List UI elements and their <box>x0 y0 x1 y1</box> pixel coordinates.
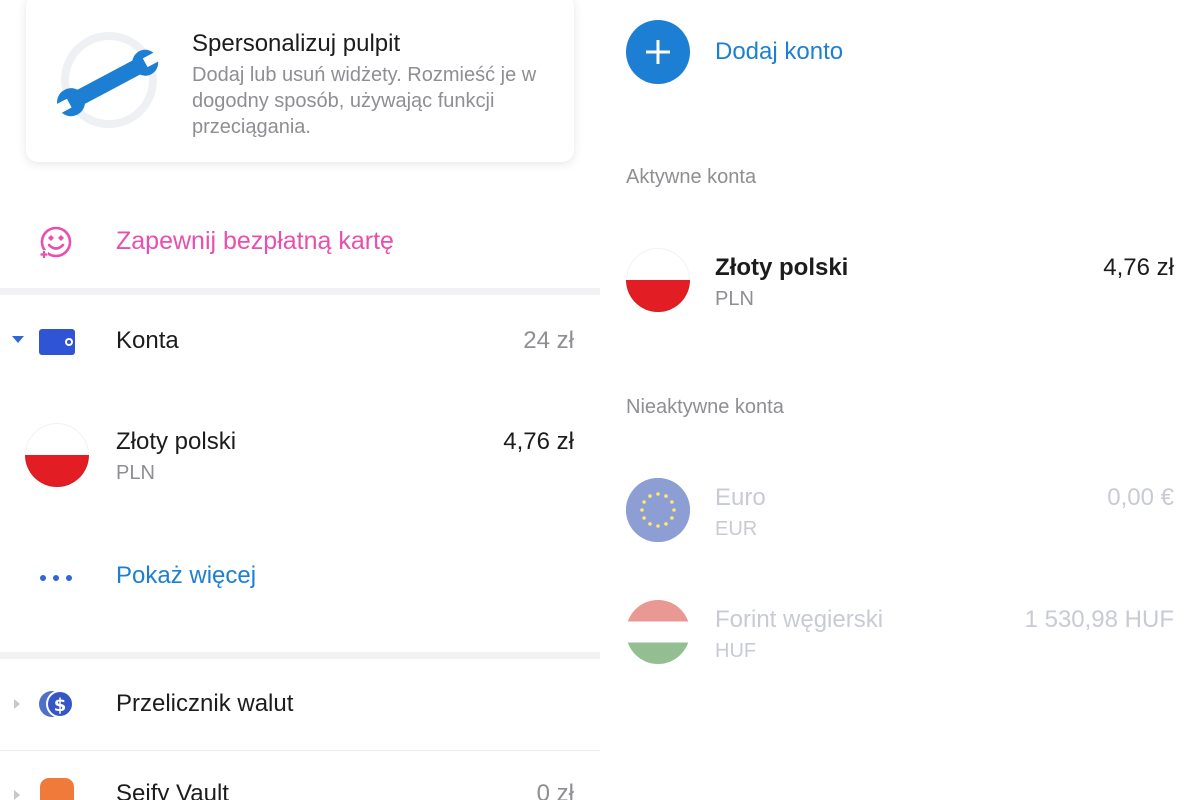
currency-converter-label: Przelicznik walut <box>116 690 294 717</box>
wrench-icon <box>54 32 160 128</box>
account-balance: 4,76 zł <box>1103 254 1174 281</box>
heart-eyes-smiley-icon <box>40 226 72 258</box>
account-balance: 0,00 € <box>1107 484 1174 511</box>
free-card-link[interactable]: Zapewnij bezpłatną kartę <box>0 205 600 275</box>
account-balance: 4,76 zł <box>503 428 574 455</box>
hungary-flag-icon <box>626 600 690 664</box>
account-row-huf[interactable]: Forint węgierski HUF 1 530,98 HUF <box>600 598 1200 678</box>
show-more-label: Pokaż więcej <box>116 562 257 589</box>
accounts-panel: Dodaj konto Aktywne konta Złoty polski P… <box>600 0 1200 800</box>
accounts-total: 24 zł <box>523 327 574 354</box>
section-divider <box>0 652 600 659</box>
account-name: Złoty polski <box>715 254 849 281</box>
account-row-pln[interactable]: Złoty polski PLN 4,76 zł <box>600 246 1200 326</box>
accounts-title: Konta <box>116 327 179 354</box>
more-dots-icon <box>40 575 74 583</box>
vault-balance: 0 zł <box>536 780 574 800</box>
poland-flag-icon <box>626 248 690 312</box>
active-accounts-heading: Aktywne konta <box>626 166 757 188</box>
plus-icon[interactable] <box>626 20 690 84</box>
dashboard-panel: Spersonalizuj pulpit Dodaj lub usuń widż… <box>0 0 600 800</box>
show-more-button[interactable]: Pokaż więcej <box>0 550 600 606</box>
account-name: Forint węgierski <box>715 606 884 633</box>
section-divider <box>0 288 600 295</box>
add-account-label: Dodaj konto <box>715 38 844 65</box>
collapse-caret-icon[interactable] <box>12 336 24 343</box>
account-row-eur[interactable]: Euro EUR 0,00 € <box>600 476 1200 556</box>
account-currency-code: HUF <box>715 640 757 662</box>
account-name: Euro <box>715 484 766 511</box>
account-currency-code: EUR <box>715 518 758 540</box>
account-balance: 1 530,98 HUF <box>1024 606 1174 633</box>
inactive-accounts-heading: Nieaktywne konta <box>626 396 784 418</box>
free-card-label: Zapewnij bezpłatną kartę <box>116 227 394 255</box>
account-row-pln[interactable]: Złoty polski PLN 4,76 zł <box>0 420 600 500</box>
vault-label: Seify Vault <box>116 780 229 800</box>
promo-description: Dodaj lub usuń widżety. Rozmieść je w do… <box>192 64 537 138</box>
promo-title: Spersonalizuj pulpit <box>192 30 401 57</box>
wallet-icon <box>39 329 75 355</box>
svg-text:$: $ <box>54 695 67 716</box>
expand-caret-icon[interactable] <box>14 790 20 800</box>
currency-exchange-icon: $ <box>39 690 74 718</box>
personalize-dashboard-card[interactable]: Spersonalizuj pulpit Dodaj lub usuń widż… <box>26 0 574 162</box>
poland-flag-icon <box>25 423 89 487</box>
vault-icon <box>40 778 74 800</box>
vault-row[interactable]: Seify Vault 0 zł <box>0 770 600 800</box>
account-name: Złoty polski <box>116 428 237 455</box>
currency-converter-row[interactable]: $ Przelicznik walut <box>0 670 600 742</box>
eu-flag-icon <box>626 478 690 542</box>
row-divider <box>0 750 600 751</box>
accounts-section-header[interactable]: Konta 24 zł <box>0 305 600 375</box>
expand-caret-icon[interactable] <box>14 699 20 709</box>
add-account-button[interactable]: Dodaj konto <box>600 18 1200 88</box>
account-currency-code: PLN <box>715 288 754 310</box>
account-currency-code: PLN <box>116 462 155 484</box>
